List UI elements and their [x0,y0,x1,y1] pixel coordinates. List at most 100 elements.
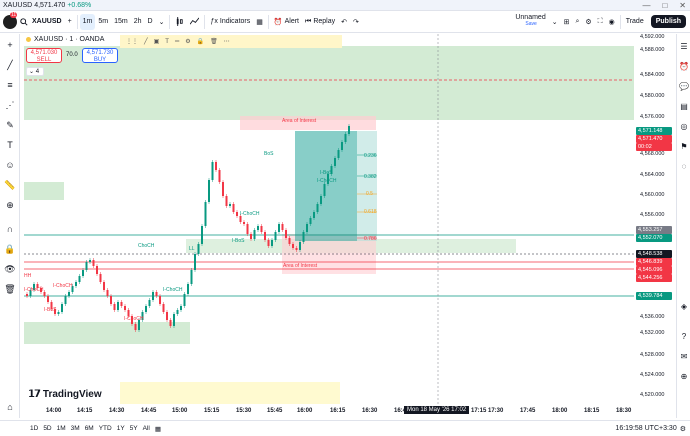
line-style-icon[interactable]: ═ [175,39,179,45]
buy-button[interactable]: 4,571.730 BUY [82,48,118,63]
sell-button[interactable]: 4,571.030 SELL [26,48,62,63]
layout-name: Unnamed [515,13,546,21]
range-5d[interactable]: 5D [43,425,51,432]
brush-icon[interactable]: ✎ [3,118,17,132]
legend-collapse-button[interactable]: ⌄ 4 [26,67,44,76]
time-axis[interactable]: 14:00 14:15 14:30 14:45 15:00 15:15 15:3… [20,404,636,418]
lock-drawings-icon[interactable]: 🔒 [3,242,17,256]
line-color-icon[interactable]: ╱ [144,38,148,45]
candle [257,226,259,230]
settings-gear-icon[interactable]: ⚙ [680,425,686,433]
date-range-icon[interactable]: ▦ [155,425,161,433]
alert-button[interactable]: ⏰ Alert [271,14,302,30]
fullscreen-icon[interactable]: ⛶ [595,14,606,30]
trade-button[interactable]: Trade [623,14,647,30]
templates-icon[interactable]: ▦ [253,14,266,30]
time-tick: 15:45 [267,408,283,414]
emoji-icon[interactable]: ☺ [3,158,17,172]
symbol-name[interactable]: XAUUSD [32,18,62,25]
ruler-icon[interactable]: 📏 [3,178,17,192]
help-icon[interactable]: ? [678,330,690,342]
price-tick: 4,592.000 [640,34,665,40]
price-axis[interactable]: 4,592.000 4,588.000 4,584.000 4,580.000 … [636,34,676,404]
trash-icon[interactable]: 🗑 [3,282,17,296]
layout-grid-icon[interactable]: ⊞ [561,14,573,30]
more-icon[interactable]: ⋯ [224,38,230,45]
notifications-icon[interactable]: ◌ [678,160,690,172]
i-bos-label-3: I-BoS [320,170,333,176]
minimize-button[interactable]: — [642,1,650,10]
replay-button[interactable]: ⏮ Replay [302,14,338,30]
undo-icon[interactable]: ↶ [338,14,350,30]
text-color-icon[interactable]: T [165,39,169,45]
add-compare-icon[interactable]: + [65,14,75,30]
hide-drawings-icon[interactable]: 👁 [3,262,17,276]
interval-1m[interactable]: 1m [79,13,96,30]
browser-tab[interactable]: XAUUSD 4,571.470 +0.68% [3,2,91,9]
range-1y[interactable]: 1Y [117,425,125,432]
layout-dropdown-icon[interactable]: ⌄ [549,14,561,30]
range-all[interactable]: All [143,425,150,432]
drag-handle-icon[interactable]: ⋮⋮ [126,38,138,45]
clock[interactable]: 16:19:58 UTC+3:30 ⚙ [615,425,686,433]
interval-dropdown-icon[interactable]: ⌄ [156,14,168,30]
close-button[interactable]: ✕ [679,1,686,10]
chat-icon[interactable]: 💬 [678,80,690,92]
chart-pane[interactable] [20,34,636,418]
search-icon[interactable]: ⌕ [572,14,582,30]
ideas-icon[interactable]: ◎ [678,120,690,132]
range-5y[interactable]: 5Y [130,425,138,432]
interval-5m[interactable]: 5m [95,14,111,30]
time-tick: 18:30 [616,408,632,414]
symbol-search-icon[interactable]: XAUUSD [17,14,65,30]
price-tag-current: 4,571.470 [636,135,672,143]
range-1d[interactable]: 1D [30,425,38,432]
indicators-button[interactable]: ƒx Indicators [207,14,253,30]
interval-d[interactable]: D [145,14,156,30]
publish-button[interactable]: Publish [650,15,686,28]
candle [124,306,126,310]
candle [225,196,228,206]
delete-icon[interactable]: 🗑 [210,38,218,45]
trend-line-icon[interactable]: ╱ [3,58,17,72]
range-6m[interactable]: 6M [85,425,94,432]
lock-icon[interactable]: 🔒 [197,38,204,45]
watchlist-icon[interactable]: ☰ [678,40,690,52]
apps-icon[interactable]: ⊕ [678,370,690,382]
range-3m[interactable]: 3M [71,425,80,432]
price-tick: 4,520.000 [640,392,665,398]
alerts-icon[interactable]: ⏰ [678,60,690,72]
pattern-tool-icon[interactable]: ⋰ [3,98,17,112]
price-tick: 4,536.000 [640,314,665,320]
interval-2h[interactable]: 2h [131,14,145,30]
camera-icon[interactable]: ◉ [606,14,618,30]
candles-icon[interactable] [172,14,187,30]
avatar[interactable]: 11 [3,11,18,29]
zoom-in-icon[interactable]: ⊕ [3,198,17,212]
fib-tool-icon[interactable]: ≡ [3,78,17,92]
price-chart[interactable] [20,34,636,404]
candle [159,296,161,304]
range-1m[interactable]: 1M [57,425,66,432]
settings-gear-icon[interactable]: ⚙ [582,14,594,30]
layers-icon[interactable]: ◈ [678,300,690,312]
redo-icon[interactable]: ↷ [350,14,362,30]
text-tool-icon[interactable]: T [3,138,17,152]
crosshair-icon[interactable]: + [3,38,17,52]
interval-15m[interactable]: 15m [111,14,131,30]
candle [292,244,294,248]
magnet-icon[interactable]: ∩ [3,222,17,236]
hotlist-icon[interactable]: ⚑ [678,140,690,152]
line-chart-icon[interactable] [187,14,202,30]
object-tree-icon[interactable]: ⌂ [3,400,17,414]
calendar-icon[interactable]: ▤ [678,100,690,112]
maximize-button[interactable]: □ [662,1,667,10]
messages-icon[interactable]: ✉ [678,350,690,362]
fib-0786-label: 0.786 [364,236,377,242]
i-bos-label-1: I-BoS [44,307,57,313]
settings-icon[interactable]: ⚙ [185,38,190,45]
layout-menu[interactable]: Unnamed Save [512,14,548,30]
range-ytd[interactable]: YTD [99,425,112,432]
fill-color-icon[interactable]: ▣ [154,38,160,45]
buy-price: 4,571.730 [86,50,114,56]
